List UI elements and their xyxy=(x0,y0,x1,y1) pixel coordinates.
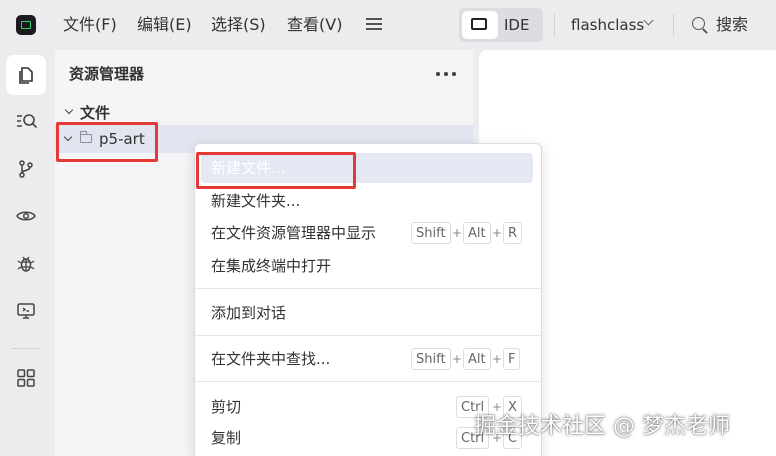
shortcut-key: Alt xyxy=(463,222,491,244)
watermark: 掘金技术社区 @ 梦杰老师 xyxy=(474,414,730,439)
shortcut-plus: + xyxy=(492,352,503,366)
remote-display-icon[interactable] xyxy=(6,291,46,331)
menu-divider xyxy=(195,288,541,289)
app-window: 文件(F) 编辑(E) 选择(S) 查看(V) IDE flashclass 搜… xyxy=(0,0,776,456)
menu-item-label: 在文件资源管理器中显示 xyxy=(211,224,377,242)
menu-item-label: 剪切 xyxy=(211,398,242,416)
files-section-label: 文件 xyxy=(80,104,111,122)
extensions-icon[interactable] xyxy=(6,358,46,398)
app-logo-icon[interactable] xyxy=(16,15,36,35)
menu-item-open-in-terminal[interactable]: 在集成终端中打开 xyxy=(201,251,533,281)
explorer-title: 资源管理器 xyxy=(69,65,145,83)
activity-bar xyxy=(0,50,52,456)
ide-mode-button[interactable]: IDE xyxy=(504,14,529,36)
menu-item-label: 添加到对话 xyxy=(211,304,287,322)
mode-toggle[interactable] xyxy=(459,8,543,42)
toolbar-divider xyxy=(554,14,555,36)
menu-item-label: 新建文件夹... xyxy=(211,192,301,210)
shortcut-plus: + xyxy=(452,352,463,366)
menu-item-new-folder[interactable]: 新建文件夹... xyxy=(201,186,533,216)
files-icon[interactable] xyxy=(6,55,46,95)
title-bar: 文件(F) 编辑(E) 选择(S) 查看(V) IDE flashclass 搜… xyxy=(0,0,776,50)
debug-icon[interactable] xyxy=(6,244,46,284)
menu-item-find-in-folder[interactable]: 在文件夹中查找... Shift + Alt + F xyxy=(201,344,533,374)
shortcut-key: F xyxy=(503,348,521,370)
menu-item-label: 复制 xyxy=(211,429,242,447)
search-button[interactable]: 搜索 xyxy=(716,14,748,36)
files-section-header[interactable]: 文件 xyxy=(55,102,473,124)
annotation-box-new-file xyxy=(196,152,356,189)
menu-divider xyxy=(195,335,541,336)
source-control-icon[interactable] xyxy=(6,149,46,189)
menu-select[interactable]: 选择(S) xyxy=(211,14,266,36)
editor-mode-icon[interactable] xyxy=(462,11,498,39)
more-menu-icon[interactable] xyxy=(366,17,382,31)
menu-edit[interactable]: 编辑(E) xyxy=(137,14,192,36)
chevron-down-icon[interactable] xyxy=(643,15,654,26)
activity-divider xyxy=(12,348,40,349)
project-selector[interactable]: flashclass xyxy=(571,14,644,36)
shortcut-key: Shift xyxy=(411,222,451,244)
annotation-box-folder xyxy=(56,122,158,162)
menu-item-add-to-chat[interactable]: 添加到对话 xyxy=(201,298,533,328)
more-actions-icon[interactable] xyxy=(436,72,456,76)
shortcut-plus: + xyxy=(492,226,503,240)
menu-file[interactable]: 文件(F) xyxy=(63,14,117,36)
menu-item-label: 在文件夹中查找... xyxy=(211,350,331,368)
search-icon[interactable] xyxy=(692,17,705,30)
toolbar-divider xyxy=(673,14,674,36)
menu-view[interactable]: 查看(V) xyxy=(287,14,342,36)
context-menu: 新建文件... 新建文件夹... 在文件资源管理器中显示 Shift + Alt… xyxy=(194,143,542,456)
shortcut-key: Alt xyxy=(463,348,491,370)
menu-item-label: 在集成终端中打开 xyxy=(211,257,332,275)
search-code-icon[interactable] xyxy=(6,101,46,141)
menu-divider xyxy=(195,381,541,382)
shortcut-plus: + xyxy=(452,226,463,240)
menu-item-reveal-in-explorer[interactable]: 在文件资源管理器中显示 Shift + Alt + R xyxy=(201,218,533,248)
shortcut-key: Shift xyxy=(411,348,451,370)
shortcut-key: R xyxy=(503,222,523,244)
preview-icon[interactable] xyxy=(6,196,46,236)
chevron-down-icon[interactable] xyxy=(64,105,74,115)
